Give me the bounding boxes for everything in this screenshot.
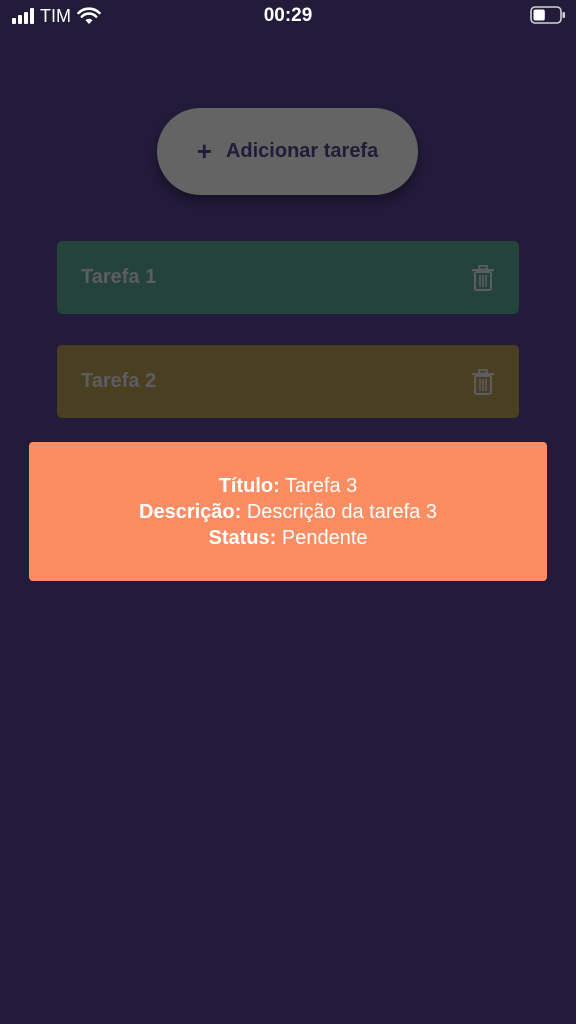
trash-icon[interactable] bbox=[471, 264, 495, 291]
task-card[interactable]: Tarefa 1 bbox=[57, 241, 519, 314]
status-bar: TIM 00:29 bbox=[0, 0, 576, 34]
detail-description-line: Descrição: Descrição da tarefa 3 bbox=[139, 499, 437, 525]
status-time: 00:29 bbox=[263, 5, 313, 26]
detail-status-line: Status: Pendente bbox=[209, 525, 368, 551]
task-detail-card[interactable]: Título: Tarefa 3 Descrição: Descrição da… bbox=[29, 442, 547, 581]
trash-icon[interactable] bbox=[471, 368, 495, 395]
task-title: Tarefa 2 bbox=[81, 370, 157, 392]
detail-status-label: Status: bbox=[208, 526, 277, 549]
detail-status-value: Pendente bbox=[281, 526, 368, 549]
add-task-label: Adicionar tarefa bbox=[225, 140, 379, 162]
detail-title-line: Título: Tarefa 3 bbox=[219, 473, 358, 499]
task-title: Tarefa 1 bbox=[81, 266, 157, 288]
battery-icon bbox=[530, 6, 565, 24]
plus-icon: + bbox=[196, 135, 212, 166]
detail-title-label: Título: bbox=[218, 474, 280, 497]
add-task-button[interactable]: + Adicionar tarefa bbox=[157, 108, 418, 195]
detail-description-label: Descrição: bbox=[139, 500, 242, 523]
detail-description-value: Descrição da tarefa 3 bbox=[246, 500, 437, 523]
detail-title-value: Tarefa 3 bbox=[285, 474, 358, 497]
task-card[interactable]: Tarefa 2 bbox=[57, 345, 519, 418]
